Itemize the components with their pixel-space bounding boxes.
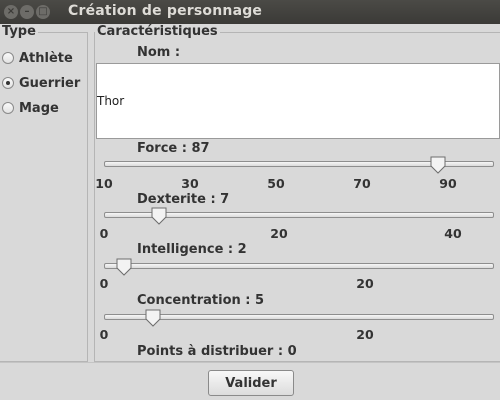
type-legend: Type — [0, 24, 38, 39]
radio-mage[interactable]: Mage — [2, 99, 59, 117]
force-slider-thumb[interactable] — [430, 156, 446, 174]
dexterite-tick: 0 — [99, 226, 109, 241]
radio-athlete-label: Athlète — [19, 50, 73, 66]
radio-athlete[interactable]: Athlète — [2, 49, 73, 67]
title-bar: × – □ Création de personnage — [0, 0, 500, 24]
concentration-slider[interactable] — [104, 308, 494, 328]
concentration-slider-track[interactable] — [104, 314, 494, 320]
maximize-icon[interactable]: □ — [36, 5, 50, 19]
intelligence-tick: 0 — [99, 276, 109, 291]
minimize-icon[interactable]: – — [20, 5, 34, 19]
force-tick: 70 — [353, 176, 371, 191]
radio-mage-circle[interactable] — [2, 102, 14, 114]
intelligence-label: Intelligence : 2 — [137, 242, 247, 257]
name-field[interactable]: Thor — [96, 63, 500, 139]
intelligence-slider-track[interactable] — [104, 263, 494, 269]
force-tick: 50 — [267, 176, 285, 191]
force-tick: 90 — [439, 176, 457, 191]
intelligence-slider-thumb[interactable] — [116, 258, 132, 276]
concentration-tick: 0 — [99, 327, 109, 342]
radio-guerrier-label: Guerrier — [19, 75, 81, 91]
dexterite-slider[interactable] — [104, 206, 494, 226]
radio-guerrier[interactable]: Guerrier — [2, 74, 80, 92]
points-label: Points à distribuer : 0 — [137, 344, 297, 359]
force-tick: 10 — [95, 176, 113, 191]
close-icon[interactable]: × — [4, 5, 18, 19]
dexterite-tick: 40 — [444, 226, 462, 241]
concentration-tick: 20 — [356, 327, 374, 342]
intelligence-tick: 20 — [356, 276, 374, 291]
divider — [0, 362, 500, 363]
window-title: Création de personnage — [68, 3, 263, 19]
name-label: Nom : — [137, 45, 181, 60]
concentration-slider-thumb[interactable] — [145, 309, 161, 327]
dexterite-slider-thumb[interactable] — [151, 207, 167, 225]
concentration-label: Concentration : 5 — [137, 293, 265, 308]
dexterite-tick: 20 — [270, 226, 288, 241]
radio-athlete-circle[interactable] — [2, 52, 14, 64]
characteristics-legend: Caractéristiques — [95, 24, 220, 39]
force-tick: 30 — [181, 176, 199, 191]
force-slider[interactable] — [104, 155, 494, 175]
intelligence-slider[interactable] — [104, 257, 494, 277]
valider-button[interactable]: Valider — [208, 370, 294, 396]
radio-guerrier-circle[interactable] — [2, 77, 14, 89]
radio-mage-label: Mage — [19, 100, 59, 116]
name-value[interactable]: Thor — [97, 94, 124, 108]
